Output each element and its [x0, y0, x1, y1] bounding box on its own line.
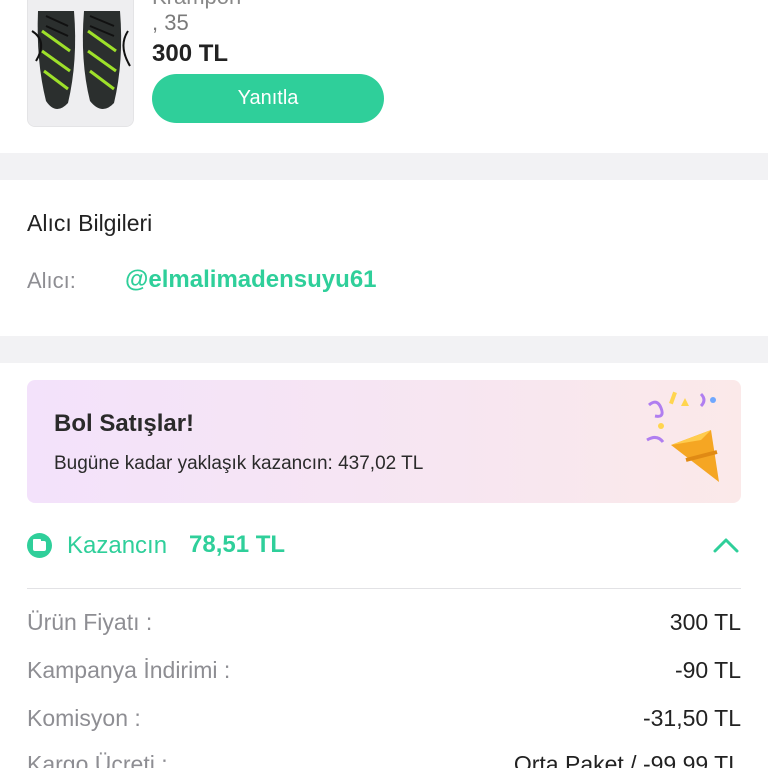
breakdown-value: -90 TL: [674, 657, 741, 683]
buyer-section-title: Alıcı Bilgileri: [27, 210, 153, 236]
reply-button[interactable]: Yanıtla: [152, 74, 384, 123]
breakdown-value: 300 TL: [669, 609, 741, 635]
product-image[interactable]: [27, 0, 134, 127]
breakdown-label: Komisyon :: [27, 705, 141, 731]
earnings-label: Kazancın: [67, 532, 168, 559]
breakdown-row: Kampanya İndirimi : -90 TL: [27, 657, 741, 691]
party-popper-icon: [646, 391, 719, 482]
promo-subtitle: Bugüne kadar yaklaşık kazancın: 437,02 T…: [54, 453, 424, 474]
breakdown-value: -31,50 TL: [642, 705, 741, 731]
product-price: 300 TL: [152, 40, 229, 67]
section-divider: [0, 153, 768, 180]
product-card[interactable]: Krampon , 35 300 TL Yanıtla: [0, 0, 768, 153]
sales-promo-card: Bol Satışlar! Bugüne kadar yaklaşık kaza…: [27, 380, 741, 503]
product-title: Krampon: [152, 0, 241, 10]
breakdown-value: Orta Paket / -99,99 TL: [513, 751, 741, 768]
breakdown-row: Kargo Ücreti : Orta Paket / -99,99 TL: [27, 751, 741, 768]
buyer-label: Alıcı:: [27, 268, 76, 293]
promo-title: Bol Satışlar!: [54, 410, 195, 437]
breakdown-row: Ürün Fiyatı : 300 TL: [27, 609, 741, 643]
chevron-up-icon[interactable]: [711, 531, 741, 561]
wallet-icon: [27, 533, 52, 558]
earnings-value: 78,51 TL: [189, 531, 286, 558]
breakdown-label: Ürün Fiyatı :: [27, 609, 153, 635]
breakdown-label: Kargo Ücreti :: [27, 751, 168, 768]
section-divider: [0, 336, 768, 363]
buyer-username-link[interactable]: @elmalimadensuyu61: [125, 266, 377, 294]
breakdown-row: Komisyon : -31,50 TL: [27, 705, 741, 739]
product-size: , 35: [152, 10, 189, 35]
earnings-divider: [27, 588, 741, 589]
breakdown-label: Kampanya İndirimi :: [27, 657, 231, 683]
earnings-toggle[interactable]: Kazancın 78,51 TL: [27, 525, 741, 569]
